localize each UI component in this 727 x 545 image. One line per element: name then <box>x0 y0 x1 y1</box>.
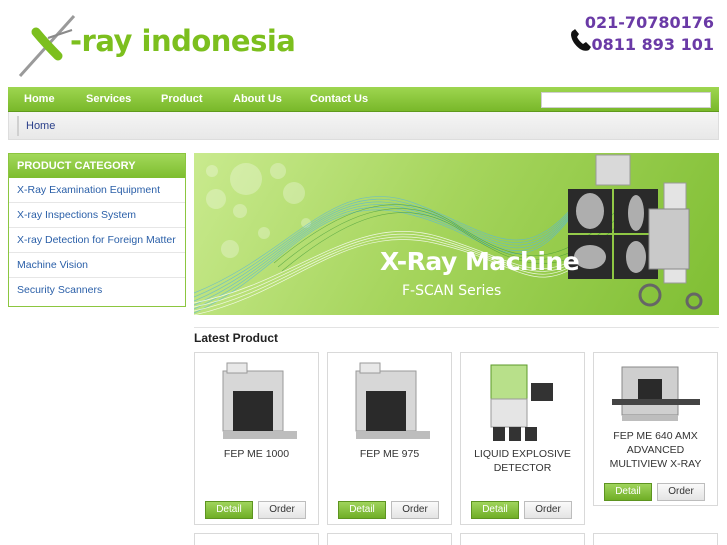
search-input[interactable] <box>541 92 711 108</box>
nav-item-contact-us[interactable]: Contact Us <box>310 87 368 112</box>
order-button[interactable]: Order <box>391 501 439 519</box>
breadcrumb: Home <box>8 112 719 140</box>
nav-item-about-us[interactable]: About Us <box>233 87 282 112</box>
sidebar-item-xray-inspections[interactable]: X-ray Inspections System <box>9 203 185 228</box>
breadcrumb-divider <box>17 116 19 136</box>
product-name[interactable]: LIQUID EXPLOSIVE DETECTOR <box>464 447 581 475</box>
site-logo[interactable]: -ray indonesia <box>8 10 296 78</box>
detail-button[interactable]: Detail <box>471 501 519 519</box>
product-card: FEP ME 975 Detail Order <box>327 352 452 525</box>
product-category-panel: PRODUCT CATEGORY X-Ray Examination Equip… <box>8 153 186 307</box>
product-card-next-row <box>460 533 585 545</box>
liquid-detector-image <box>490 364 553 441</box>
xray-scanner-image <box>355 362 430 439</box>
sidebar-item-xray-detection[interactable]: X-ray Detection for Foreign Matter <box>9 228 185 253</box>
product-card: LIQUID EXPLOSIVE DETECTOR Detail Order <box>460 352 585 525</box>
order-button[interactable]: Order <box>524 501 572 519</box>
nav-item-product[interactable]: Product <box>161 87 203 112</box>
product-card-next-row <box>593 533 718 545</box>
multiview-xray-image <box>612 366 700 421</box>
sidebar-item-xray-examination[interactable]: X-Ray Examination Equipment <box>9 178 185 203</box>
phone-numbers: 021-70780176 0811 893 101 <box>585 12 714 56</box>
logo-text: -ray indonesia <box>70 24 296 58</box>
product-name[interactable]: FEP ME 975 <box>331 447 448 461</box>
phone-number-1: 021-70780176 <box>584 13 714 32</box>
product-card: FEP ME 640 AMX ADVANCED MULTIVIEW X-RAY … <box>593 352 718 506</box>
detail-button[interactable]: Detail <box>338 501 386 519</box>
xray-scanner-image <box>222 362 297 439</box>
logo-x-mark-icon <box>18 14 76 78</box>
nav-item-services[interactable]: Services <box>86 87 131 112</box>
product-name[interactable]: FEP ME 640 AMX ADVANCED MULTIVIEW X-RAY <box>597 429 714 471</box>
product-name[interactable]: FEP ME 1000 <box>198 447 315 461</box>
phone-number-2: 0811 893 101 <box>591 35 714 54</box>
banner-title: X-Ray Machine <box>380 247 580 276</box>
order-button[interactable]: Order <box>258 501 306 519</box>
banner-subtitle: F-SCAN Series <box>402 283 502 299</box>
product-card-next-row <box>327 533 452 545</box>
main-nav: Home Services Product About Us Contact U… <box>8 87 719 112</box>
breadcrumb-home[interactable]: Home <box>26 120 55 132</box>
product-category-title: PRODUCT CATEGORY <box>9 154 185 178</box>
order-button[interactable]: Order <box>657 483 705 501</box>
hero-banner[interactable]: X-Ray Machine F-SCAN Series <box>194 153 719 315</box>
product-card: FEP ME 1000 Detail Order <box>194 352 319 525</box>
detail-button[interactable]: Detail <box>604 483 652 501</box>
sidebar-item-security-scanners[interactable]: Security Scanners <box>9 278 185 303</box>
detail-button[interactable]: Detail <box>205 501 253 519</box>
product-card-next-row <box>194 533 319 545</box>
latest-product-heading: Latest Product <box>194 327 719 347</box>
sidebar-item-machine-vision[interactable]: Machine Vision <box>9 253 185 278</box>
nav-item-home[interactable]: Home <box>24 87 55 112</box>
